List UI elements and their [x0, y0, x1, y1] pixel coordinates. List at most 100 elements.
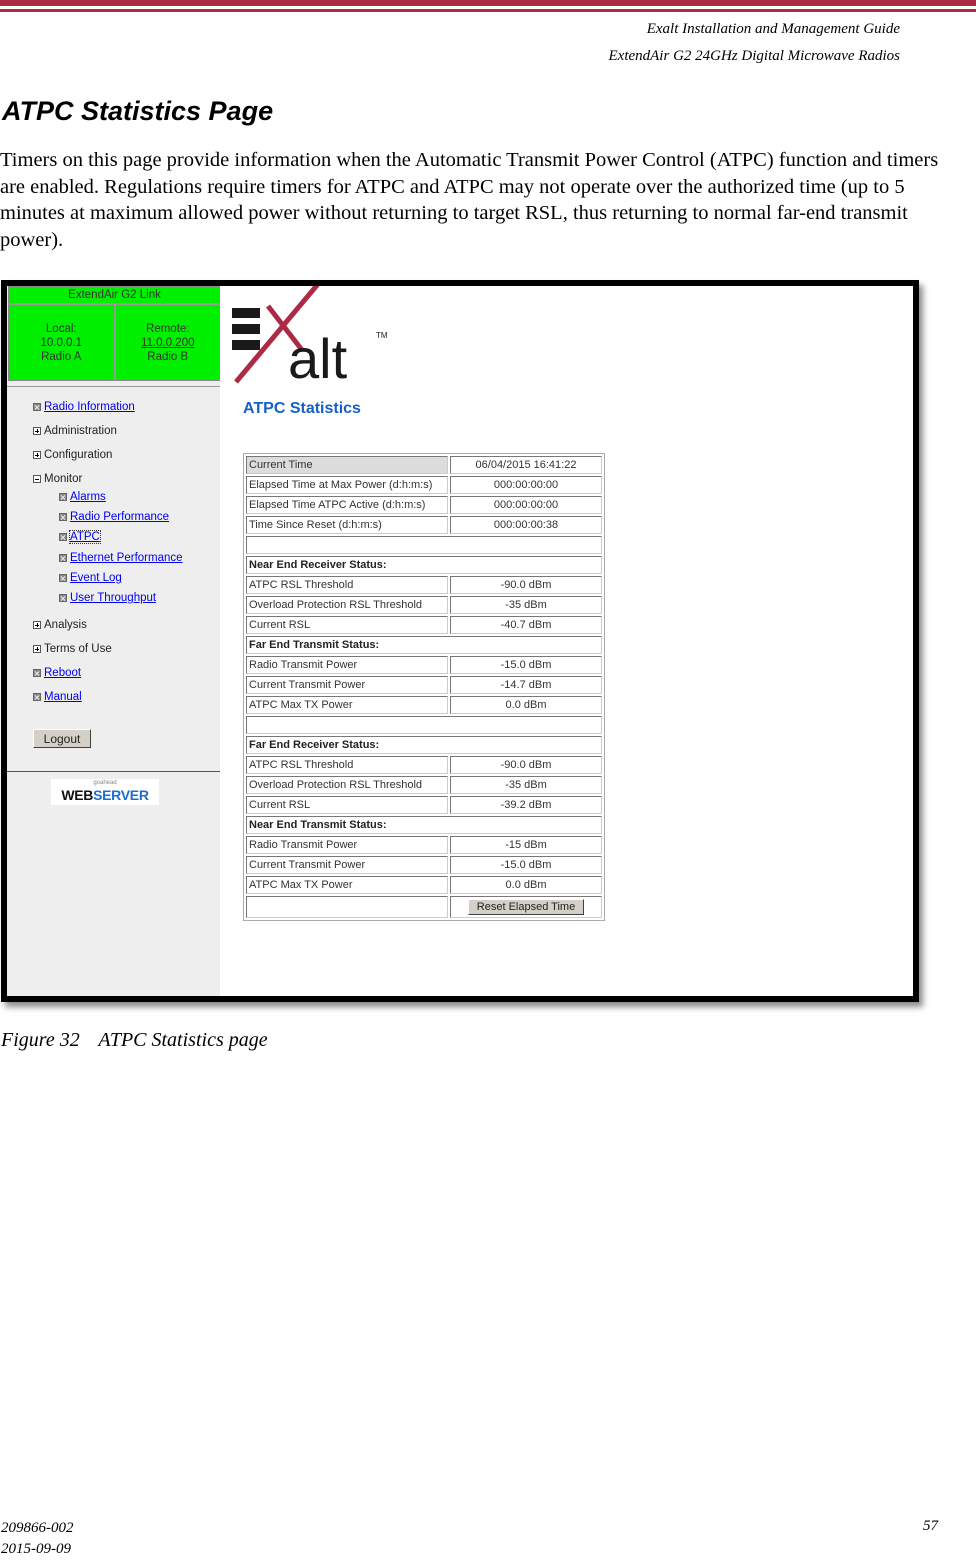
stat-label: Current RSL — [246, 796, 448, 814]
table-row: Elapsed Time at Max Power (d:h:m:s) 000:… — [246, 476, 602, 494]
spacer-row — [246, 536, 602, 554]
table-row: Current RSL -39.2 dBm — [246, 796, 602, 814]
nav-item-analysis[interactable]: Analysis — [33, 617, 87, 633]
empty-cell — [246, 896, 448, 918]
local-radio-cell: Local: 10.0.0.1 Radio A — [9, 305, 116, 380]
empty-cell — [246, 716, 602, 734]
page-icon — [59, 513, 67, 521]
logo-bar — [232, 340, 260, 350]
nav-label-administration[interactable]: Administration — [44, 425, 117, 437]
atpc-statistics-table: Current Time 06/04/2015 16:41:22 Elapsed… — [243, 453, 605, 921]
nav-item-radio-information[interactable]: Radio Information — [33, 399, 135, 415]
nav-link-manual[interactable]: Manual — [44, 691, 82, 703]
table-row: Radio Transmit Power -15.0 dBm — [246, 656, 602, 674]
stat-value: -15 dBm — [450, 836, 602, 854]
page-number: 57 — [923, 1518, 938, 1534]
nav-link-radio-performance[interactable]: Radio Performance — [70, 511, 169, 523]
nav-item-user-throughput[interactable]: User Throughput — [59, 590, 156, 606]
nav-item-reboot[interactable]: Reboot — [33, 665, 81, 681]
stat-value: 000:00:00:38 — [450, 516, 602, 534]
intro-paragraph: Timers on this page provide information … — [0, 149, 939, 251]
stat-label: Current Transmit Power — [246, 676, 448, 694]
nav-link-radio-information[interactable]: Radio Information — [44, 401, 135, 413]
footer-left: 209866-002 2015-09-09 — [1, 1518, 74, 1560]
page-icon — [59, 574, 67, 582]
collapse-minus-icon[interactable] — [33, 475, 41, 483]
nav-link-atpc[interactable]: ATPC — [69, 530, 101, 544]
nav-label-analysis[interactable]: Analysis — [44, 619, 87, 631]
nav-item-ethernet-performance[interactable]: Ethernet Performance — [59, 550, 183, 566]
reset-elapsed-time-button[interactable]: Reset Elapsed Time — [467, 899, 585, 915]
nav-label-terms-of-use[interactable]: Terms of Use — [44, 643, 112, 655]
section-header-near-end-receiver: Near End Receiver Status: — [246, 556, 602, 574]
page-heading: ATPC Statistics — [243, 400, 361, 417]
nav-item-configuration[interactable]: Configuration — [33, 447, 112, 463]
stat-value: -90.0 dBm — [450, 756, 602, 774]
local-ip: 10.0.0.1 — [40, 336, 83, 349]
webserver-logo-web: WEB — [61, 787, 94, 803]
stat-value: 0.0 dBm — [450, 876, 602, 894]
stat-label: Elapsed Time ATPC Active (d:h:m:s) — [246, 496, 448, 514]
stat-label: Overload Protection RSL Threshold — [246, 596, 448, 614]
nav-item-monitor[interactable]: Monitor — [33, 471, 82, 487]
reset-cell: Reset Elapsed Time — [450, 896, 602, 918]
nav-item-alarms[interactable]: Alarms — [59, 489, 106, 505]
table-row: Radio Transmit Power -15 dBm — [246, 836, 602, 854]
table-row: Overload Protection RSL Threshold -35 dB… — [246, 776, 602, 794]
stat-label: ATPC Max TX Power — [246, 876, 448, 894]
nav-item-radio-performance[interactable]: Radio Performance — [59, 509, 169, 525]
nav-link-ethernet-performance[interactable]: Ethernet Performance — [70, 552, 183, 564]
stat-value: -15.0 dBm — [450, 656, 602, 674]
header-accent-rule — [0, 9, 976, 12]
expand-plus-icon[interactable] — [33, 427, 41, 435]
remote-ip-link[interactable]: 11.0.0.200 — [141, 336, 195, 350]
figure-number: Figure 32 — [1, 1029, 80, 1051]
sidebar-divider — [7, 771, 220, 772]
logo-wordmark: alt — [288, 327, 348, 386]
stat-label: Elapsed Time at Max Power (d:h:m:s) — [246, 476, 448, 494]
goahead-webserver-logo: goahead WEBSERVER — [51, 779, 159, 805]
nav-link-user-throughput[interactable]: User Throughput — [70, 592, 156, 604]
doc-number: 209866-002 — [1, 1520, 74, 1536]
nav-link-alarms[interactable]: Alarms — [70, 491, 106, 503]
section-header-row: Near End Transmit Status: — [246, 816, 602, 834]
table-row: Current Time 06/04/2015 16:41:22 — [246, 456, 602, 474]
table-row: ATPC RSL Threshold -90.0 dBm — [246, 756, 602, 774]
nav-label-configuration[interactable]: Configuration — [44, 449, 112, 461]
section-header-row: Near End Receiver Status: — [246, 556, 602, 574]
exalt-logo: alt TM — [232, 286, 388, 386]
table-row: Current RSL -40.7 dBm — [246, 616, 602, 634]
stat-value: 06/04/2015 16:41:22 — [450, 456, 602, 474]
table-row: Time Since Reset (d:h:m:s) 000:00:00:38 — [246, 516, 602, 534]
remote-radio-name: Radio B — [147, 350, 189, 363]
nav-link-reboot[interactable]: Reboot — [44, 667, 81, 679]
guide-title: Exalt Installation and Management Guide — [646, 21, 900, 37]
expand-plus-icon[interactable] — [33, 645, 41, 653]
nav-item-event-log[interactable]: Event Log — [59, 570, 122, 586]
remote-radio-cell: Remote: 11.0.0.200 Radio B — [116, 305, 221, 380]
table-row: ATPC RSL Threshold -90.0 dBm — [246, 576, 602, 594]
stat-value: 000:00:00:00 — [450, 496, 602, 514]
nav-item-manual[interactable]: Manual — [33, 689, 82, 705]
stat-value: -35 dBm — [450, 776, 602, 794]
logout-button[interactable]: Logout — [33, 729, 91, 748]
stat-label: ATPC RSL Threshold — [246, 576, 448, 594]
expand-plus-icon[interactable] — [33, 621, 41, 629]
expand-plus-icon[interactable] — [33, 451, 41, 459]
stat-label: Time Since Reset (d:h:m:s) — [246, 516, 448, 534]
stat-value: -14.7 dBm — [450, 676, 602, 694]
page-icon — [33, 403, 41, 411]
nav-item-administration[interactable]: Administration — [33, 423, 117, 439]
stat-value: 0.0 dBm — [450, 696, 602, 714]
table-row: Elapsed Time ATPC Active (d:h:m:s) 000:0… — [246, 496, 602, 514]
remote-label: Remote: — [146, 322, 190, 335]
nav-item-terms-of-use[interactable]: Terms of Use — [33, 641, 112, 657]
nav-item-atpc[interactable]: ATPC — [59, 529, 101, 545]
nav-label-monitor[interactable]: Monitor — [44, 473, 82, 485]
stat-value: -15.0 dBm — [450, 856, 602, 874]
stat-label: Overload Protection RSL Threshold — [246, 776, 448, 794]
screenshot-figure: ExtendAir G2 Link Local: 10.0.0.1 Radio … — [1, 280, 919, 1002]
section-header-far-end-transmit: Far End Transmit Status: — [246, 636, 602, 654]
stat-value: -40.7 dBm — [450, 616, 602, 634]
nav-link-event-log[interactable]: Event Log — [70, 572, 122, 584]
